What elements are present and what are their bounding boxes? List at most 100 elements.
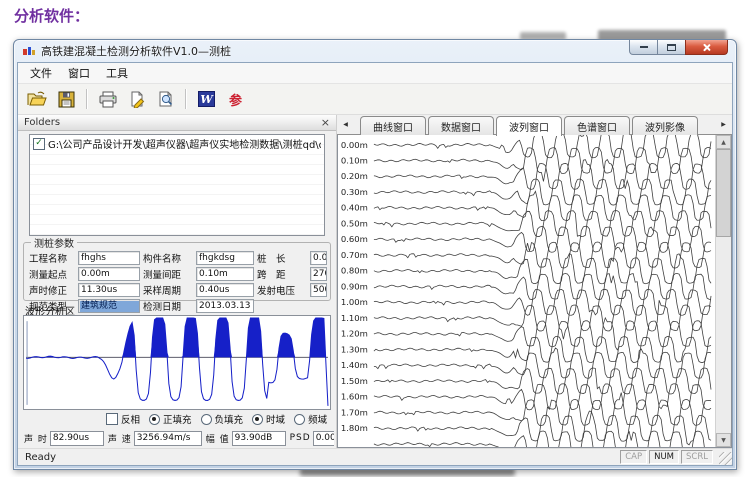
depth-label: 1.60m <box>341 392 368 402</box>
invert-label: 反相 <box>121 412 140 426</box>
sound-time-value[interactable]: 82.90us <box>50 431 104 446</box>
sound-speed-value[interactable]: 3256.94m/s <box>134 431 202 446</box>
maximize-button[interactable] <box>658 40 685 55</box>
folders-panel: Folders × ✓ G:\公司产品设计开发\超声仪器\超声仪实地检测数据\测… <box>18 115 337 448</box>
status-indicator-cap: CAP <box>620 450 647 464</box>
invert-checkbox[interactable]: 反相 <box>106 412 140 426</box>
param-label: 跨 距 <box>257 267 307 281</box>
param-label: 构件名称 <box>143 251 193 265</box>
wave-trace <box>374 318 711 350</box>
param-value[interactable]: 11.30us <box>78 283 140 297</box>
radio-icon <box>252 414 263 425</box>
param-value[interactable]: 0.00m <box>78 267 140 281</box>
radio-icon <box>294 414 305 425</box>
scroll-down-icon[interactable]: ▼ <box>716 433 731 447</box>
analysis-wave-fill <box>26 318 328 357</box>
param-value[interactable]: 0.40us <box>196 283 254 297</box>
window-title: 高铁建混凝土检测分析软件V1.0—测桩 <box>41 43 231 59</box>
sound-time-label: 声 时 <box>24 432 48 445</box>
param-value[interactable]: 建筑规范 <box>78 299 140 313</box>
tab-strip: ◀ 曲线窗口数据窗口波列窗口色谱窗口波列影像 ▶ <box>337 115 732 135</box>
wave-train-area[interactable]: 0.00m0.10m0.20m0.30m0.40m0.50m0.60m0.70m… <box>337 135 732 448</box>
radio-fill-negative[interactable]: 负填充 <box>201 412 244 426</box>
tab-curve-window[interactable]: 曲线窗口 <box>360 116 426 135</box>
param-value[interactable]: 0.00m <box>310 251 327 265</box>
app-icon <box>22 45 36 57</box>
app-window: 高铁建混凝土检测分析软件V1.0—测桩 文件窗口工具 <box>13 39 737 470</box>
export-word-button[interactable]: W <box>193 87 220 111</box>
radio-icon <box>149 414 160 425</box>
wave-trace <box>374 348 711 378</box>
folders-panel-title: Folders <box>24 117 60 128</box>
param-value[interactable]: 270mm <box>310 267 327 281</box>
resize-grip[interactable] <box>719 452 732 465</box>
menu-item-tools[interactable]: 工具 <box>98 63 136 83</box>
amplitude-label: 幅 值 <box>206 432 230 445</box>
menu-item-window[interactable]: 窗口 <box>60 63 98 83</box>
param-value[interactable]: fhgkdsg <box>196 251 254 265</box>
menu-item-file[interactable]: 文件 <box>22 63 60 83</box>
folder-tree[interactable]: ✓ G:\公司产品设计开发\超声仪器\超声仪实地检测数据\测桩qd\qd03\q… <box>29 134 325 236</box>
wave-trace <box>374 289 711 315</box>
tab-wavetrain-image[interactable]: 波列影像 <box>632 116 698 135</box>
status-bar: Ready CAPNUMSCRL <box>18 448 732 465</box>
depth-label: 1.80m <box>341 423 368 433</box>
wave-window: ◀ 曲线窗口数据窗口波列窗口色谱窗口波列影像 ▶ 0.00m0.10m0.20m… <box>337 115 732 448</box>
toolbar: W 参 <box>18 84 732 115</box>
param-value[interactable]: 0.10m <box>196 267 254 281</box>
radio-icon <box>201 414 212 425</box>
status-text: Ready <box>25 452 56 463</box>
wave-trace <box>374 384 711 410</box>
checkbox-checked-icon[interactable]: ✓ <box>33 138 45 150</box>
psd-value[interactable]: 0.00us^2/m <box>313 431 334 446</box>
radio-fill-positive[interactable]: 正填充 <box>149 412 192 426</box>
maximize-icon <box>667 44 676 51</box>
param-value[interactable]: 2013.03.13 <box>196 299 254 313</box>
wave-train-plot: 0.00m0.10m0.20m0.30m0.40m0.50m0.60m0.70m… <box>338 135 716 447</box>
depth-label: 0.60m <box>341 234 368 244</box>
status-indicator-scrl: SCRL <box>681 450 713 464</box>
word-letter: W <box>200 93 214 106</box>
radio-time-domain[interactable]: 时域 <box>252 412 285 426</box>
print-button[interactable] <box>94 87 121 111</box>
print-preview-icon <box>157 91 175 108</box>
depth-label: 1.00m <box>341 297 368 307</box>
depth-label: 0.10m <box>341 156 368 166</box>
open-button[interactable] <box>24 87 51 111</box>
param-value[interactable]: fhghs <box>78 251 140 265</box>
tab-data-window[interactable]: 数据窗口 <box>428 116 494 135</box>
tab-spectrum-window[interactable]: 色谱窗口 <box>564 116 630 135</box>
print-preview-button[interactable] <box>152 87 179 111</box>
params-button[interactable]: 参 <box>222 87 249 111</box>
close-button[interactable] <box>685 40 728 55</box>
minimize-button[interactable] <box>629 40 658 55</box>
depth-label: 0.80m <box>341 266 368 276</box>
wave-trace <box>374 274 711 300</box>
param-label: 发射电压 <box>257 283 307 297</box>
waveform-options-row: 反相 正填充负填充时域频域 <box>18 412 336 426</box>
param-label: 采样周期 <box>143 283 193 297</box>
tab-wavetrain-window[interactable]: 波列窗口 <box>496 116 562 136</box>
wave-trace <box>374 393 711 426</box>
psd-label: PSD <box>290 433 311 443</box>
scroll-up-icon[interactable]: ▲ <box>716 135 731 149</box>
radio-freq-domain[interactable]: 频域 <box>294 412 327 426</box>
main-area: Folders × ✓ G:\公司产品设计开发\超声仪器\超声仪实地检测数据\测… <box>18 115 732 448</box>
readouts-row: 声 时82.90us声 速3256.94m/s幅 值93.90dBPSD0.00… <box>22 430 334 446</box>
waveform-analysis-box[interactable] <box>23 315 331 410</box>
vertical-scrollbar[interactable]: ▲ ▼ <box>715 135 731 447</box>
param-label: 测量间距 <box>143 267 193 281</box>
tab-scroll-right-icon[interactable]: ▶ <box>718 118 729 131</box>
page-edit-button[interactable] <box>123 87 150 111</box>
scrollbar-thumb[interactable] <box>716 149 731 237</box>
radio-label: 正填充 <box>163 412 192 426</box>
depth-label: 1.70m <box>341 408 368 418</box>
tree-item[interactable]: ✓ G:\公司产品设计开发\超声仪器\超声仪实地检测数据\测桩qd\qd03\q… <box>30 135 324 152</box>
checkbox-icon <box>106 413 118 425</box>
window-titlebar[interactable]: 高铁建混凝土检测分析软件V1.0—测桩 <box>14 40 736 62</box>
tab-scroll-left-icon[interactable]: ◀ <box>340 118 351 131</box>
amplitude-value[interactable]: 93.90dB <box>232 431 286 446</box>
save-button[interactable] <box>53 87 80 111</box>
param-value[interactable]: 500V <box>310 283 327 297</box>
folders-close-icon[interactable]: × <box>321 117 330 128</box>
